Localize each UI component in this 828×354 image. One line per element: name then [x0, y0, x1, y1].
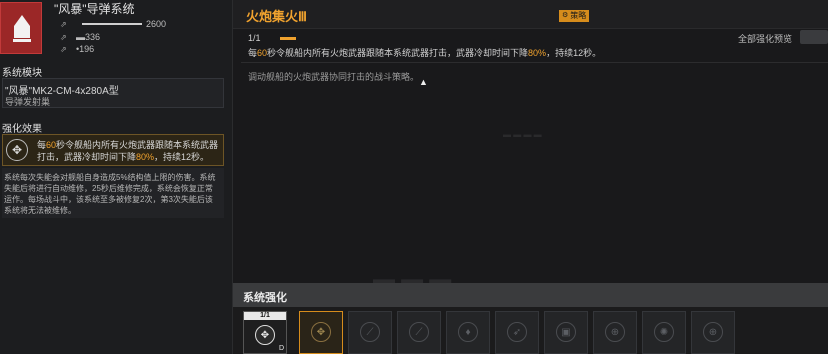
- enhance-effect-text: 每60秒令舰船内所有火炮武器跟随本系统武器打击，武器冷却时间下降80%，持续12…: [37, 140, 219, 162]
- module-name: "风暴"导弹系统: [54, 2, 135, 16]
- current-level-tag: 1/1: [244, 312, 286, 320]
- enhancement-description: 调动舰船的火炮武器协同打击的战斗策略。: [248, 72, 420, 82]
- rocket-icon: ➶: [507, 322, 527, 342]
- left-panel: "风暴"导弹系统 ⇗ 2600 ⇗ ▬ 336 ⇗ • 196 系统模块 "风暴…: [0, 0, 233, 354]
- enhance-effect-label: 强化效果: [2, 124, 42, 135]
- enhancement-level: 1/1: [248, 33, 261, 43]
- enhancement-effect: 每60秒令舰船内所有火炮武器跟随本系统武器打击，武器冷却时间下降80%，持续12…: [248, 48, 602, 58]
- detail-header: 火炮集火Ⅲ ⚙ 策略: [233, 0, 828, 29]
- stat-bar: [82, 23, 142, 25]
- circuit-icon: ▣: [556, 322, 576, 342]
- enhancement-slot-3[interactable]: ⟋: [397, 311, 441, 354]
- artillery-focus-icon: ✥: [311, 322, 331, 342]
- stat-value: 336: [85, 32, 101, 42]
- module-description-box: 系统每次失能会对舰船自身造成5%结构值上限的伤害。系统失能后将进行自动维修，25…: [2, 168, 224, 218]
- fire-rate-icon: ⇗: [60, 19, 67, 29]
- system-enhance-header: 系统强化: [233, 283, 828, 307]
- stat-row-damage: ⇗ ▬ 336: [60, 31, 100, 43]
- preview-all-label: 全部强化预览: [738, 34, 793, 44]
- target-icon: ⊕: [605, 322, 625, 342]
- enhancement-slot-1[interactable]: ✥: [299, 311, 343, 354]
- range-icon: ⇗: [60, 44, 67, 54]
- system-enhance-bar: 系统强化 1/1 ✥ D ✥ ⟋ ⟋ ♦ ➶ ▣ ⊕ ✺ ⊕: [233, 283, 828, 354]
- stat-row-range: ⇗ • 196: [60, 43, 94, 55]
- enhancement-slot-5[interactable]: ➶: [495, 311, 539, 354]
- stat-row-fire-rate: ⇗ 2600: [60, 18, 166, 30]
- level-progress-bar: [280, 37, 296, 40]
- enhancement-slot-9[interactable]: ⊕: [691, 311, 735, 354]
- artillery-focus-icon: ✥: [255, 325, 275, 345]
- enhancement-slot-8[interactable]: ✺: [642, 311, 686, 354]
- enhance-effect-box: ✥ 每60秒令舰船内所有火炮武器跟随本系统武器打击，武器冷却时间下降80%，持续…: [2, 134, 224, 166]
- stat-value: 196: [79, 44, 95, 54]
- divider: [241, 62, 828, 63]
- system-enhance-title: 系统强化: [243, 292, 287, 304]
- grade-badge: D: [278, 345, 284, 352]
- current-enhancement-slot[interactable]: 1/1 ✥ D: [243, 311, 287, 354]
- target-icon: ⊕: [703, 322, 723, 342]
- system-module-label: 系统模块: [2, 68, 42, 79]
- strategy-tag: ⚙ 策略: [559, 10, 590, 22]
- artillery-focus-icon: ✥: [6, 139, 28, 161]
- enhancement-slot-4[interactable]: ♦: [446, 311, 490, 354]
- module-description: 系统每次失能会对舰船自身造成5%结构值上限的伤害。系统失能后将进行自动维修，25…: [4, 173, 216, 215]
- shell-icon: ♦: [458, 322, 478, 342]
- missile-icon: ⟋: [409, 322, 429, 342]
- enhancement-title: 火炮集火Ⅲ: [246, 9, 307, 24]
- strategy-icon: ⚙: [562, 12, 569, 19]
- scatter-icon: ✺: [654, 322, 674, 342]
- background-watermark: ▬ ▬ ▬ ▬: [503, 130, 542, 139]
- stat-value: 2600: [146, 19, 167, 29]
- enhancement-slot-6[interactable]: ▣: [544, 311, 588, 354]
- mouse-cursor-icon: ▲: [419, 77, 428, 87]
- missile-icon: ⟋: [360, 322, 380, 342]
- damage-icon: ⇗: [60, 32, 67, 42]
- module-info-box: "风暴"MK2-CM-4x280A型 导弹发射巢: [2, 78, 224, 108]
- missile-system-icon[interactable]: [0, 2, 42, 54]
- enhancement-slot-7[interactable]: ⊕: [593, 311, 637, 354]
- module-header: "风暴"导弹系统 ⇗ 2600 ⇗ ▬ 336 ⇗ • 196: [0, 0, 232, 60]
- preview-all-toggle[interactable]: [800, 30, 828, 44]
- stat-value: ▬: [76, 32, 85, 42]
- detail-panel: ▬ ▬ ▬ ▬ ▬ ▬ ▬ 火炮集火Ⅲ ⚙ 策略 1/1 全部强化预览 每60秒…: [233, 0, 828, 291]
- enhancement-slot-2[interactable]: ⟋: [348, 311, 392, 354]
- module-type: 导弹发射巢: [5, 97, 51, 107]
